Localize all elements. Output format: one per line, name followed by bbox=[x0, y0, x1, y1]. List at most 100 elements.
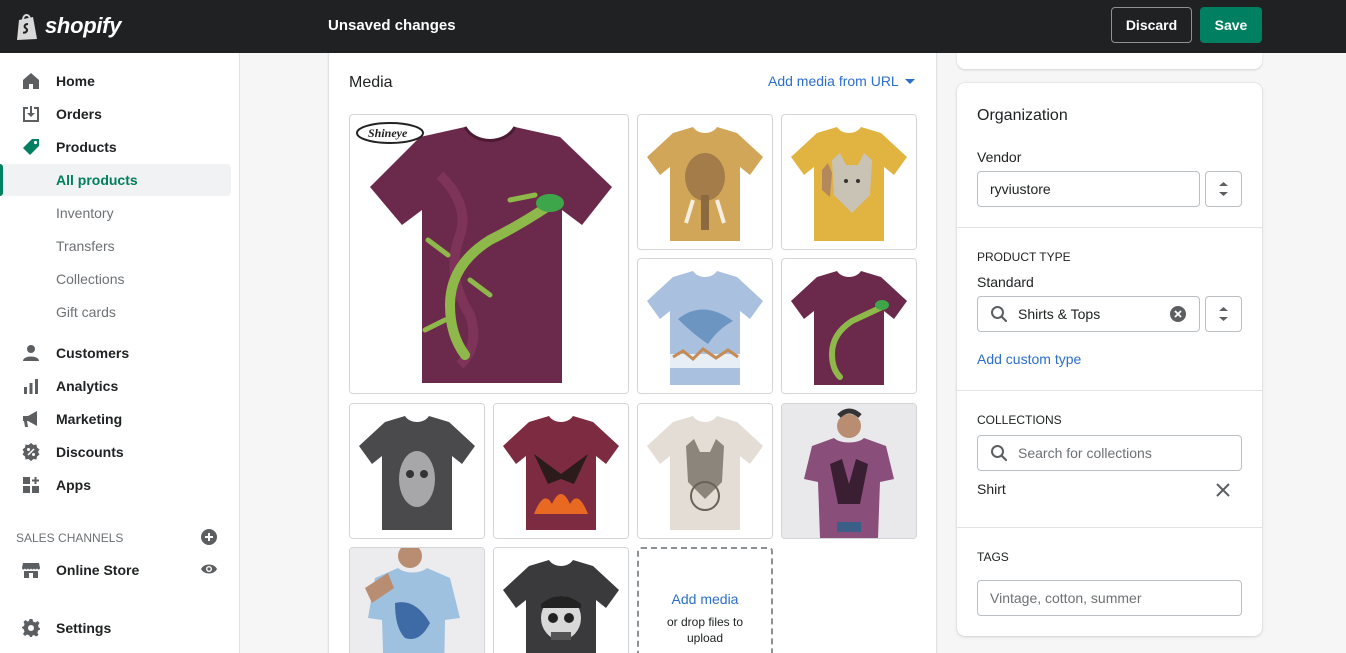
sidebar-item-label: Online Store bbox=[56, 561, 140, 578]
add-media-link[interactable]: Add media bbox=[639, 591, 771, 607]
shopify-logo[interactable]: shopify bbox=[16, 11, 121, 41]
divider bbox=[957, 227, 1262, 228]
sidebar-subitem-gift-cards[interactable]: Gift cards bbox=[0, 296, 240, 329]
organization-title: Organization bbox=[977, 107, 1068, 124]
top-bar: shopify Unsaved changes Discard Save bbox=[0, 0, 1346, 53]
tshirt-dolphins-image bbox=[638, 259, 772, 393]
apps-icon bbox=[23, 476, 39, 493]
tag-icon bbox=[23, 138, 39, 155]
sidebar-item-label: Discounts bbox=[56, 443, 124, 460]
store-icon bbox=[22, 562, 40, 578]
tshirt-skull-grey-image bbox=[350, 404, 484, 538]
sidebar-subitem-all-products[interactable]: All products bbox=[0, 164, 240, 197]
unsaved-changes-title: Unsaved changes bbox=[328, 17, 456, 34]
tshirt-elephant-image bbox=[638, 115, 772, 249]
sidebar-subitem-inventory[interactable]: Inventory bbox=[0, 197, 240, 230]
discount-icon bbox=[22, 442, 40, 461]
gear-icon bbox=[22, 618, 40, 637]
search-icon bbox=[991, 306, 1008, 323]
divider bbox=[957, 527, 1262, 528]
media-thumbnail-model-blue[interactable] bbox=[349, 547, 485, 653]
media-thumbnail-model-purple[interactable] bbox=[781, 403, 917, 539]
tshirt-wolf-dreamcatcher-image bbox=[638, 404, 772, 538]
previous-card-bottom bbox=[957, 53, 1262, 69]
sidebar-item-label: Products bbox=[56, 138, 117, 155]
sidebar-subitem-transfers[interactable]: Transfers bbox=[0, 230, 240, 263]
shopify-bag-icon bbox=[17, 14, 37, 40]
sidebar: Home Orders Products All products Invent… bbox=[0, 53, 240, 653]
add-custom-type-link[interactable]: Add custom type bbox=[977, 351, 1081, 367]
sidebar-item-label: Home bbox=[56, 72, 95, 89]
sidebar-item-label: Analytics bbox=[56, 377, 119, 394]
sidebar-subitem-collections[interactable]: Collections bbox=[0, 263, 240, 296]
add-media-from-url-label: Add media from URL bbox=[768, 73, 899, 89]
media-thumbnail-skull-bandana[interactable] bbox=[493, 547, 629, 653]
media-card: Media Add media from URL Shineye Add med… bbox=[328, 53, 937, 653]
sidebar-subitem-label: Inventory bbox=[56, 205, 114, 221]
sidebar-item-discounts[interactable]: Discounts bbox=[0, 435, 240, 468]
sales-channels-heading: SALES CHANNELS bbox=[16, 531, 124, 545]
tshirt-lizard-image: Shineye bbox=[350, 115, 628, 393]
remove-collection-icon[interactable] bbox=[1216, 483, 1230, 497]
sidebar-item-label: Settings bbox=[56, 619, 112, 636]
sidebar-item-marketing[interactable]: Marketing bbox=[0, 402, 240, 435]
media-thumbnail-elephant[interactable] bbox=[637, 114, 773, 250]
product-type-input[interactable] bbox=[977, 296, 1200, 332]
select-arrows-icon bbox=[1219, 182, 1228, 196]
product-type-stepper[interactable] bbox=[1205, 296, 1242, 332]
collections-heading: COLLECTIONS bbox=[977, 413, 1062, 427]
clear-icon[interactable] bbox=[1170, 306, 1186, 322]
tshirt-wolves-image bbox=[782, 115, 916, 249]
model-blue-shirt-image bbox=[350, 548, 484, 653]
sidebar-item-label: Orders bbox=[56, 105, 102, 122]
sidebar-item-apps[interactable]: Apps bbox=[0, 468, 240, 501]
vendor-stepper[interactable] bbox=[1205, 171, 1242, 207]
sidebar-subitem-label: Collections bbox=[56, 271, 125, 287]
add-media-dropzone[interactable]: Add media or drop files to upload bbox=[637, 547, 773, 653]
media-thumbnail-dolphins[interactable] bbox=[637, 258, 773, 394]
sidebar-subitem-label: Gift cards bbox=[56, 304, 116, 320]
media-thumbnail-wolves[interactable] bbox=[781, 114, 917, 250]
product-type-standard-label: Standard bbox=[977, 274, 1034, 290]
sidebar-item-products[interactable]: Products bbox=[0, 130, 240, 163]
sidebar-subitem-label: Transfers bbox=[56, 238, 115, 254]
caret-down-icon bbox=[904, 78, 915, 84]
person-icon bbox=[23, 344, 39, 361]
vendor-label: Vendor bbox=[977, 149, 1022, 165]
sidebar-item-orders[interactable]: Orders bbox=[0, 97, 240, 130]
orders-icon bbox=[23, 105, 39, 122]
product-type-heading: PRODUCT TYPE bbox=[977, 250, 1071, 264]
discard-button[interactable]: Discard bbox=[1111, 7, 1192, 43]
tshirt-lizard-small-image bbox=[782, 259, 916, 393]
media-thumbnail-skull-grey[interactable] bbox=[349, 403, 485, 539]
sidebar-item-label: Marketing bbox=[56, 410, 123, 427]
media-thumbnail-dragon[interactable] bbox=[493, 403, 629, 539]
vendor-input[interactable] bbox=[977, 171, 1200, 207]
home-icon bbox=[23, 72, 39, 89]
sidebar-item-home[interactable]: Home bbox=[0, 64, 240, 97]
tags-input[interactable] bbox=[977, 580, 1242, 616]
sidebar-item-settings[interactable]: Settings bbox=[0, 611, 240, 644]
collections-search-input[interactable] bbox=[977, 435, 1242, 471]
media-title: Media bbox=[349, 74, 393, 91]
sidebar-subitem-label: All products bbox=[56, 172, 138, 188]
media-thumbnail-wolf-dreamcatcher[interactable] bbox=[637, 403, 773, 539]
sidebar-item-analytics[interactable]: Analytics bbox=[0, 369, 240, 402]
media-thumbnail-lizard-small[interactable] bbox=[781, 258, 917, 394]
sidebar-item-customers[interactable]: Customers bbox=[0, 336, 240, 369]
sidebar-item-label: Apps bbox=[56, 476, 91, 493]
drop-files-hint: or drop files to upload bbox=[666, 615, 744, 645]
bar-chart-icon bbox=[24, 378, 38, 394]
add-sales-channel-icon[interactable] bbox=[201, 529, 217, 545]
tags-heading: TAGS bbox=[977, 550, 1009, 564]
add-media-from-url-link[interactable]: Add media from URL bbox=[768, 73, 915, 89]
tshirt-skull-bandana-image bbox=[494, 548, 628, 653]
save-button[interactable]: Save bbox=[1200, 7, 1262, 43]
eye-icon[interactable] bbox=[200, 562, 218, 576]
tshirt-dragon-image bbox=[494, 404, 628, 538]
divider bbox=[957, 390, 1262, 391]
media-thumbnail-primary[interactable]: Shineye bbox=[349, 114, 629, 394]
model-purple-shirt-image bbox=[782, 404, 916, 538]
megaphone-icon bbox=[23, 410, 37, 427]
select-arrows-icon bbox=[1219, 307, 1228, 321]
